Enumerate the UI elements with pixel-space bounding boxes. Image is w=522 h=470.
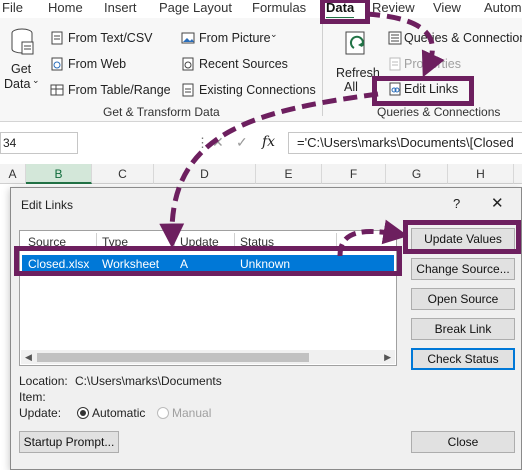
automatic-label: Automatic [92,406,146,420]
column-header-b[interactable]: B [26,164,92,184]
table-icon [50,84,64,96]
column-header-status[interactable]: Status [240,235,274,249]
formula-input[interactable]: ='C:\Users\marks\Documents\[Closed [288,132,522,154]
name-box[interactable]: 34 [0,132,78,154]
cancel-icon[interactable]: ✕ [212,134,224,151]
help-icon[interactable]: ? [453,196,460,211]
scroll-right-icon[interactable]: ▶ [384,350,391,364]
web-icon [51,57,63,71]
header-divider [174,233,175,247]
tab-file[interactable]: File [2,0,23,16]
from-picture-button[interactable]: From Picture [199,31,271,45]
column-header-type[interactable]: Type [102,235,128,249]
recent-sources-icon [182,57,194,71]
properties-button[interactable]: Properties [404,57,461,71]
column-header-h[interactable]: H [448,164,514,184]
update-label: Update: [19,406,62,420]
change-source-button[interactable]: Change Source... [411,258,515,280]
group-label-get-transform: Get & Transform Data [103,105,220,119]
row-update: A [180,257,189,271]
column-headers: A B C D E F G H [0,164,522,184]
properties-icon [389,57,401,71]
chevron-down-icon: ⌄ [270,29,278,39]
ribbon-tabs: File Home Insert Page Layout Formulas Da… [0,0,522,20]
from-table-range-button[interactable]: From Table/Range [68,83,171,97]
refresh-label-1: Refresh [336,66,380,80]
picture-icon [181,32,195,44]
database-icon [11,28,34,55]
links-list[interactable]: Source Type Update Status Closed.xlsx Wo… [19,230,397,366]
column-header-source[interactable]: Source [28,235,66,249]
from-web-button[interactable]: From Web [68,57,126,71]
column-header-d[interactable]: D [154,164,256,184]
get-data-button[interactable]: Get Data ⌄ [2,28,42,98]
text-file-icon [51,31,63,45]
check-status-button[interactable]: Check Status [411,348,515,370]
group-separator [322,24,323,116]
tab-insert[interactable]: Insert [104,0,137,16]
tab-review[interactable]: Review [372,0,415,16]
header-divider [336,233,337,247]
table-row[interactable]: Closed.xlsx Worksheet A Unknown [22,255,394,272]
edit-links-icon [389,82,401,96]
scrollbar-thumb[interactable] [37,353,309,362]
tab-data[interactable]: Data [326,0,355,20]
column-header-c[interactable]: C [92,164,154,184]
insert-function-icon[interactable]: fx [262,134,275,150]
refresh-label-2: All [344,80,358,94]
group-label-queries: Queries & Connections [377,105,501,119]
startup-prompt-button[interactable]: Startup Prompt... [19,431,119,453]
tab-automate[interactable]: Autom [484,0,522,16]
tab-view[interactable]: View [433,0,461,16]
more-options-icon[interactable]: ⋮ [196,135,209,151]
row-type: Worksheet [102,257,160,271]
break-link-button[interactable]: Break Link [411,318,515,340]
recent-sources-button[interactable]: Recent Sources [199,57,288,71]
formula-bar: 34 ⋮ ✕ ✓ fx ='C:\Users\marks\Documents\[… [0,122,522,164]
queries-connections-button[interactable]: Queries & Connections [404,31,522,45]
manual-label: Manual [172,406,212,420]
column-header-g[interactable]: G [386,164,448,184]
column-header-a[interactable]: A [0,164,26,184]
column-header-update[interactable]: Update [180,235,219,249]
row-source: Closed.xlsx [28,257,90,271]
manual-radio[interactable] [157,407,169,419]
existing-connections-button[interactable]: Existing Connections [199,83,316,97]
item-label: Item: [19,390,46,404]
automatic-radio[interactable] [77,407,89,419]
get-data-label-1: Get [11,62,32,76]
from-text-csv-button[interactable]: From Text/CSV [68,31,153,45]
header-divider [96,233,97,247]
location-value: C:\Users\marks\Documents [75,374,222,388]
queries-icon [388,31,402,45]
location-label: Location: [19,374,68,388]
edit-links-dialog: Edit Links ? ✕ Source Type Update Status… [10,187,522,470]
update-values-button[interactable]: Update Values [411,228,515,250]
get-data-label-2: Data [4,77,31,91]
row-status: Unknown [240,257,291,271]
scroll-left-icon[interactable]: ◀ [25,350,32,364]
enter-icon[interactable]: ✓ [236,134,248,151]
edit-links-button[interactable]: Edit Links [404,82,458,96]
header-divider [234,233,235,247]
tab-formulas[interactable]: Formulas [252,0,306,16]
dialog-title: Edit Links [21,198,74,212]
refresh-all-button[interactable]: Refresh All [334,28,380,98]
existing-connections-icon [182,83,194,97]
tab-home[interactable]: Home [48,0,83,16]
chevron-down-icon: ⌄ [32,75,40,85]
column-header-f[interactable]: F [322,164,386,184]
horizontal-scrollbar[interactable]: ◀ ▶ [21,350,395,364]
close-button[interactable]: Close [411,431,515,453]
open-source-button[interactable]: Open Source [411,288,515,310]
refresh-icon [345,31,365,55]
column-header-e[interactable]: E [256,164,322,184]
close-icon[interactable]: ✕ [491,194,504,212]
tab-page-layout[interactable]: Page Layout [159,0,232,16]
ribbon: Get Data ⌄ From Text/CSV From Web From T… [0,18,522,122]
